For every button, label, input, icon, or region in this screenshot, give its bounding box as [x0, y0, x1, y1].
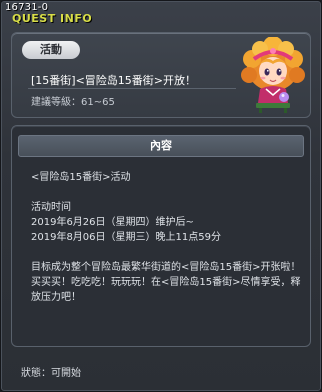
- content-section-header: 內容: [18, 135, 304, 157]
- recommended-level: 建議等級：61~65: [31, 97, 115, 108]
- quest-info-window: 16731-0 QUEST INFO 活動 [15番街]<冒险岛15番街>开放！…: [0, 0, 322, 392]
- quest-description: <冒险岛15番街>活动 活动时间 2019年6月26日（星期四）维护后~ 201…: [31, 170, 303, 305]
- description-line: 2019年8月06日（星期三）晚上11点59分: [31, 232, 221, 243]
- description-line: 活动时间: [31, 202, 71, 213]
- description-line: 目标成为整个冒险岛最繁华街道的<冒险岛15番街>开张啦！买买买！吃吃吃！玩玩玩！…: [31, 262, 301, 303]
- header-divider: [28, 88, 236, 89]
- quest-title: [15番街]<冒险岛15番街>开放！: [31, 74, 197, 87]
- npc-girl-portrait-icon: [241, 37, 305, 113]
- quest-category-badge: 活動: [22, 41, 80, 59]
- description-line: <冒险岛15番街>活动: [31, 172, 131, 183]
- quest-status: 狀態：可開始: [21, 368, 81, 379]
- quest-content-panel: 內容 <冒险岛15番街>活动 活动时间 2019年6月26日（星期四）维护后~ …: [11, 125, 311, 347]
- window-title: QUEST INFO: [12, 12, 93, 25]
- description-line: 2019年6月26日（星期四）维护后~: [31, 217, 194, 228]
- quest-header-panel: 活動 [15番街]<冒险岛15番街>开放！ 建議等級：61~65: [11, 32, 311, 118]
